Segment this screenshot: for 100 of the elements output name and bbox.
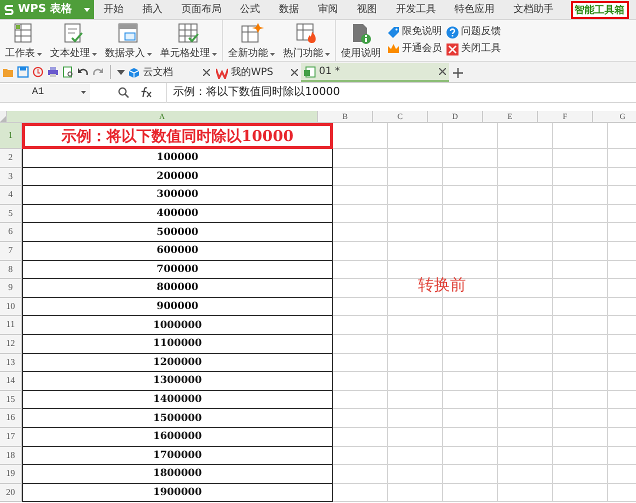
table-cell: 100000: [22, 149, 333, 168]
menu-tab[interactable]: 文档助手: [512, 0, 556, 18]
row-header[interactable]: 20: [0, 484, 22, 502]
empty-cell: [388, 316, 443, 335]
row-header[interactable]: 12: [0, 334, 22, 354]
column-header[interactable]: B: [318, 111, 373, 123]
column-header[interactable]: C: [373, 111, 428, 123]
empty-cell: [388, 298, 443, 316]
empty-cell: [498, 279, 553, 298]
column-header[interactable]: D: [428, 111, 483, 123]
row-header[interactable]: 13: [0, 354, 22, 372]
document-tab[interactable]: 我的WPS: [213, 63, 301, 82]
row-header[interactable]: 1: [0, 123, 22, 149]
empty-cell: [443, 446, 498, 466]
row-header[interactable]: 10: [0, 298, 22, 316]
row-header[interactable]: 5: [0, 204, 22, 224]
ribbon-button[interactable]: 使用说明: [339, 20, 383, 61]
toolbar-button[interactable]: [77, 66, 89, 78]
menu-tab[interactable]: 数据: [277, 0, 302, 18]
table-cell: 600000: [22, 242, 333, 261]
ribbon-button[interactable]: 单元格处理: [158, 20, 219, 61]
empty-cell: [498, 484, 553, 502]
empty-cell: [388, 465, 443, 484]
toolbar-button[interactable]: [117, 70, 125, 74]
empty-cell: [553, 298, 608, 316]
column-header[interactable]: G: [593, 111, 636, 123]
caret-icon: [81, 91, 86, 94]
row-header[interactable]: 2: [0, 149, 22, 168]
caret-icon: [84, 8, 90, 12]
row-header[interactable]: 3: [0, 168, 22, 186]
ribbon-button[interactable]: 数据录入: [103, 20, 154, 61]
row-header[interactable]: 15: [0, 390, 22, 410]
row-header[interactable]: 6: [0, 223, 22, 242]
empty-cell: [498, 260, 553, 280]
menu-tab[interactable]: 公式: [238, 0, 262, 18]
toolbar-button[interactable]: [47, 66, 59, 78]
table-cell: 300000: [22, 186, 333, 205]
menu-tab[interactable]: 智能工具箱: [570, 0, 629, 18]
row-header[interactable]: 4: [0, 186, 22, 205]
row-header[interactable]: 7: [0, 242, 22, 261]
empty-cell: [443, 316, 498, 335]
ribbon-small-button[interactable]: 限免说明: [387, 26, 442, 38]
close-button[interactable]: [203, 69, 210, 76]
menu-tab[interactable]: 视图: [354, 0, 379, 18]
menu-tab[interactable]: 开发工具: [394, 0, 438, 18]
document-tab[interactable]: 01 *: [301, 63, 449, 82]
row-header[interactable]: 18: [0, 446, 22, 466]
table-cell: 1600000: [22, 428, 333, 446]
menu-tab[interactable]: 页面布局: [179, 0, 224, 18]
column-header[interactable]: A: [7, 111, 318, 123]
row-header[interactable]: 11: [0, 316, 22, 335]
row-header[interactable]: 17: [0, 428, 22, 446]
empty-cell: [333, 168, 388, 186]
row-header[interactable]: 16: [0, 409, 22, 428]
menu-tab[interactable]: 审阅: [316, 0, 340, 18]
spreadsheet-icon: [304, 66, 316, 78]
empty-cell: [388, 446, 443, 466]
column-header[interactable]: F: [538, 111, 593, 123]
triangle-icon: [0, 116, 6, 122]
table-cell: 800000: [22, 279, 333, 298]
empty-cell: [553, 186, 608, 205]
empty-cell: [498, 316, 553, 335]
zoom-button[interactable]: [118, 87, 129, 98]
empty-cell: [333, 484, 388, 502]
ribbon-button[interactable]: 热门功能: [281, 20, 332, 61]
row-header[interactable]: 14: [0, 372, 22, 391]
redo-icon: [92, 66, 104, 78]
ribbon-button[interactable]: 文本处理: [48, 20, 99, 61]
ribbon-button[interactable]: 工作表: [3, 20, 44, 61]
menu-tab[interactable]: 开始: [101, 0, 126, 18]
empty-cell: [443, 298, 498, 316]
table-cell: 1300000: [22, 372, 333, 391]
ribbon-small-button[interactable]: 问题反馈: [446, 26, 501, 38]
table-cell: 1500000: [22, 409, 333, 428]
empty-cell: [553, 390, 608, 410]
empty-cell: [388, 428, 443, 446]
document-tab[interactable]: 云文档: [125, 63, 213, 82]
row-header[interactable]: 9: [0, 279, 22, 298]
empty-cell: [443, 465, 498, 484]
ribbon-button[interactable]: 全新功能: [226, 20, 277, 61]
row-header[interactable]: 19: [0, 465, 22, 484]
ribbon-small-button[interactable]: 关闭工具: [446, 42, 501, 56]
empty-cell: [553, 409, 608, 428]
table-cell: 1200000: [22, 354, 333, 372]
close-button[interactable]: [291, 69, 298, 76]
formula-input[interactable]: 示例：将以下数值同时除以10000: [166, 82, 636, 102]
column-header[interactable]: E: [483, 111, 538, 123]
menu-tab[interactable]: 特色应用: [452, 0, 497, 18]
empty-cell: [498, 298, 553, 316]
close-icon: [291, 69, 298, 76]
empty-cell: [498, 204, 553, 224]
empty-cell: [443, 334, 498, 354]
toolbar-button[interactable]: [62, 66, 74, 78]
row-header[interactable]: 8: [0, 260, 22, 280]
empty-cell: [443, 149, 498, 168]
name-box[interactable]: A1: [0, 84, 90, 102]
ribbon-small-button[interactable]: 开通会员: [387, 42, 442, 56]
empty-cell: [443, 409, 498, 428]
menu-tab[interactable]: 插入: [140, 0, 164, 18]
close-button[interactable]: [439, 68, 446, 75]
